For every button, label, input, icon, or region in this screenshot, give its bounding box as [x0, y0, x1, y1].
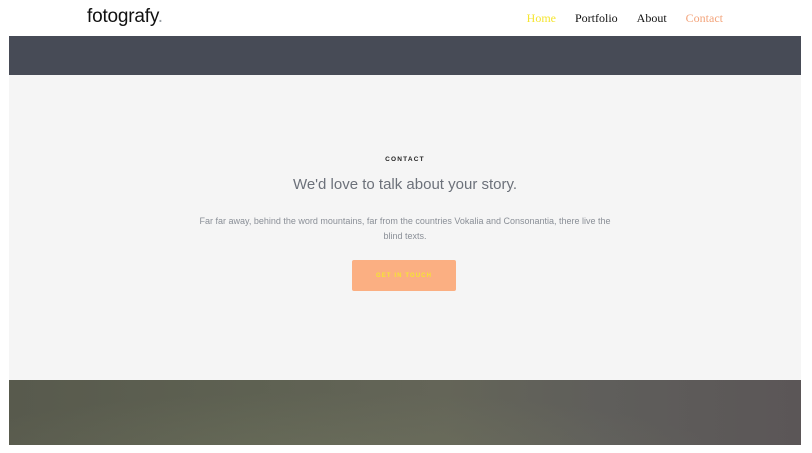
contact-section: CONTACT We'd love to talk about your sto… — [9, 75, 801, 380]
brand-dot: . — [157, 6, 163, 27]
get-in-touch-button[interactable]: GET IN TOUCH — [352, 260, 456, 291]
page: fotografy. Home Portfolio About Contact … — [9, 0, 801, 453]
nav-home-link[interactable]: Home — [527, 11, 556, 26]
brand-name: fotografy — [87, 6, 158, 27]
section-heading: We'd love to talk about your story. — [292, 176, 518, 193]
nav-contact-link[interactable]: Contact — [686, 11, 723, 26]
section-kicker: CONTACT — [385, 156, 425, 163]
dark-banner-strip — [9, 36, 801, 75]
main-nav: Home Portfolio About Contact — [527, 11, 723, 26]
brand-logo[interactable]: fotografy. — [87, 6, 163, 28]
nav-portfolio-link[interactable]: Portfolio — [575, 11, 618, 26]
background-photo-band — [9, 380, 801, 445]
section-description: Far far away, behind the word mountains,… — [199, 216, 611, 241]
nav-about-link[interactable]: About — [637, 11, 667, 26]
navbar: fotografy. Home Portfolio About Contact — [9, 0, 801, 36]
